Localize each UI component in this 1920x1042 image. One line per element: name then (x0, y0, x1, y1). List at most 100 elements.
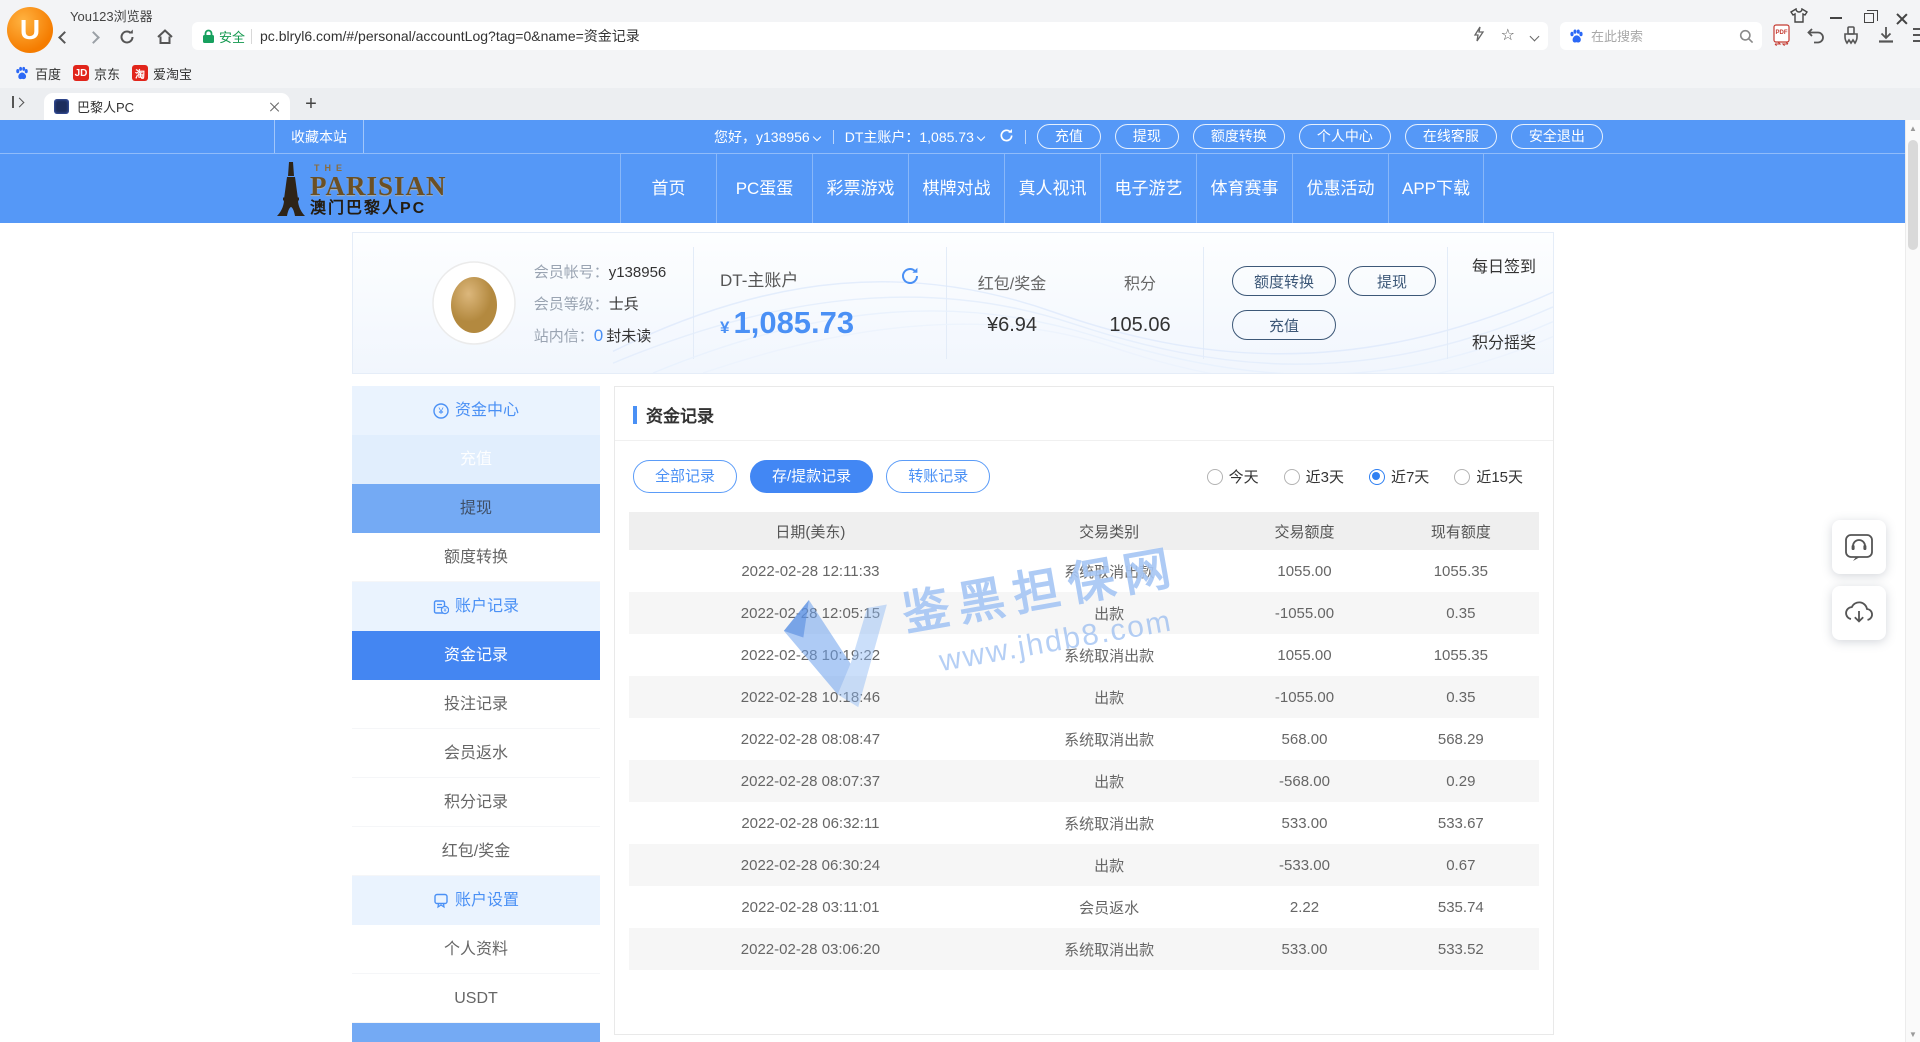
nav-item-PC蛋蛋[interactable]: PC蛋蛋 (716, 154, 812, 224)
sidebar-item-USDT[interactable]: USDT (352, 974, 600, 1023)
filter-转账记录[interactable]: 转账记录 (886, 460, 990, 493)
topbar-button-充值[interactable]: 充值 (1037, 124, 1101, 149)
card-action-充值[interactable]: 充值 (1232, 310, 1336, 340)
sidebar-item-个人资料[interactable]: 个人资料 (352, 925, 600, 974)
sidebar-item-提现[interactable]: 提现 (352, 484, 600, 533)
filter-存/提款记录[interactable]: 存/提款记录 (750, 460, 873, 493)
user-dropdown-icon[interactable] (812, 132, 820, 140)
download-tool-icon[interactable] (1876, 25, 1896, 50)
range-近7天[interactable]: 近7天 (1369, 466, 1429, 487)
cleaner-brush-icon[interactable] (1841, 25, 1861, 50)
favorite-site-link[interactable]: 收藏本站 (274, 120, 364, 153)
points-label: 积分 (1124, 270, 1156, 294)
nav-item-彩票游戏[interactable]: 彩票游戏 (812, 154, 908, 224)
sidebar-item-账户设置[interactable]: 账户设置 (352, 876, 600, 925)
nav-item-首页[interactable]: 首页 (620, 154, 716, 224)
menu-hamburger-icon[interactable] (1911, 27, 1920, 48)
customer-service-button[interactable] (1832, 520, 1886, 574)
sidebar-item-资金记录[interactable]: 资金记录 (352, 631, 600, 680)
range-近15天[interactable]: 近15天 (1454, 466, 1523, 487)
home-icon[interactable] (156, 28, 174, 46)
coin-icon: ¥ (433, 403, 449, 419)
topbar-button-额度转换[interactable]: 额度转换 (1193, 124, 1285, 149)
radio-icon[interactable] (1369, 469, 1385, 485)
cell-amount: 568.00 (1226, 718, 1382, 760)
nav-item-真人视讯[interactable]: 真人视讯 (1004, 154, 1100, 224)
bookmark-item[interactable]: 淘爱淘宝 (132, 64, 192, 83)
card-action-提现[interactable]: 提现 (1348, 266, 1436, 296)
filter-全部记录[interactable]: 全部记录 (633, 460, 737, 493)
cell-type: 系统取消出款 (992, 802, 1226, 844)
addressbar-dropdown-icon[interactable] (1530, 31, 1540, 41)
radio-icon[interactable] (1454, 469, 1470, 485)
topbar-refresh-icon[interactable] (999, 128, 1014, 146)
range-今天[interactable]: 今天 (1207, 466, 1259, 487)
tab-parisian[interactable]: 巴黎人PC (44, 93, 290, 120)
scrollbar-thumb[interactable] (1908, 140, 1918, 250)
username[interactable]: y138956 (756, 129, 810, 145)
undo-tool-icon[interactable] (1806, 25, 1826, 50)
new-tab-button[interactable]: + (300, 93, 322, 115)
table-row: 2022-02-28 12:11:33系统取消出款1055.001055.35 (629, 550, 1539, 592)
url-text[interactable]: pc.blryl6.com/#/personal/accountLog?tag=… (260, 26, 640, 46)
search-magnifier-icon[interactable] (1739, 29, 1754, 44)
bookmark-item[interactable]: 百度 (14, 64, 61, 83)
sidebar-panel-toggle-icon[interactable] (12, 96, 23, 108)
scroll-down-icon[interactable]: ▼ (1906, 1026, 1920, 1042)
reload-icon[interactable] (118, 28, 136, 46)
close-button[interactable] (1896, 12, 1908, 24)
minimize-button[interactable] (1830, 17, 1842, 19)
restore-button[interactable] (1864, 13, 1874, 23)
sidebar-item-账户记录[interactable]: ¥账户记录 (352, 582, 600, 631)
site-logo[interactable]: THE PARISIAN 澳门巴黎人PC (276, 161, 447, 217)
cell-type: 系统取消出款 (992, 634, 1226, 676)
topbar-button-提现[interactable]: 提现 (1115, 124, 1179, 149)
sidebar-item-积分记录[interactable]: 积分记录 (352, 778, 600, 827)
scroll-up-icon[interactable]: ▲ (1906, 120, 1920, 136)
nav-item-体育赛事[interactable]: 体育赛事 (1196, 154, 1292, 224)
wallet-refresh-icon[interactable] (900, 266, 920, 291)
skin-shirt-icon[interactable] (1790, 8, 1808, 28)
bookmark-item[interactable]: JD京东 (73, 64, 120, 83)
nav-item-棋牌对战[interactable]: 棋牌对战 (908, 154, 1004, 224)
sidebar-item-投注记录[interactable]: 投注记录 (352, 680, 600, 729)
back-icon[interactable] (60, 33, 69, 42)
cell-date: 2022-02-28 12:11:33 (629, 550, 992, 592)
search-input[interactable] (1591, 29, 1733, 44)
radio-icon[interactable] (1207, 469, 1223, 485)
card-link-积分摇奖[interactable]: 积分摇奖 (1472, 329, 1553, 353)
search-box[interactable] (1560, 22, 1762, 50)
cell-amount: 1055.00 (1226, 550, 1382, 592)
card-action-额度转换[interactable]: 额度转换 (1232, 266, 1336, 296)
avatar (432, 261, 516, 345)
reader-lightning-icon[interactable] (1473, 26, 1485, 47)
pdf-tool-icon[interactable]: PDF (1772, 24, 1791, 51)
sidebar-item-红包/奖金[interactable]: 红包/奖金 (352, 827, 600, 876)
sidebar: ¥资金中心充值提现额度转换¥账户记录资金记录投注记录会员返水积分记录红包/奖金账… (352, 386, 600, 1042)
sidebar-item-充值[interactable]: 充值 (352, 435, 600, 484)
sidebar-item-额度转换[interactable]: 额度转换 (352, 533, 600, 582)
card-link-每日签到[interactable]: 每日签到 (1472, 253, 1553, 277)
wallet-summary[interactable]: DT主账户：1,085.73 (845, 127, 986, 147)
cell-date: 2022-02-28 03:11:01 (629, 886, 992, 928)
nav-item-电子游艺[interactable]: 电子游艺 (1100, 154, 1196, 224)
nav-item-优惠活动[interactable]: 优惠活动 (1292, 154, 1388, 224)
address-bar[interactable]: 安全 pc.blryl6.com/#/personal/accountLog?t… (192, 22, 1548, 50)
radio-icon[interactable] (1284, 469, 1300, 485)
cell-balance: 0.35 (1383, 676, 1539, 718)
topbar-button-个人中心[interactable]: 个人中心 (1299, 124, 1391, 149)
sidebar-item-会员返水[interactable]: 会员返水 (352, 729, 600, 778)
range-近3天[interactable]: 近3天 (1284, 466, 1344, 487)
sidebar-item-资金中心[interactable]: ¥资金中心 (352, 386, 600, 435)
bookmark-label: 京东 (94, 64, 120, 83)
bookmark-star-icon[interactable]: ☆ (1501, 28, 1515, 44)
tab-close-icon[interactable] (270, 102, 280, 112)
nav-item-APP下载[interactable]: APP下载 (1388, 154, 1484, 224)
app-download-button[interactable] (1832, 586, 1886, 640)
forward-icon[interactable] (89, 33, 98, 42)
wallet-dropdown-icon[interactable] (977, 132, 985, 140)
topbar-button-安全退出[interactable]: 安全退出 (1511, 124, 1603, 149)
page-scrollbar[interactable]: ▲ ▼ (1905, 120, 1920, 1042)
topbar-button-在线客服[interactable]: 在线客服 (1405, 124, 1497, 149)
sidebar-item-cutoff[interactable] (352, 1023, 600, 1042)
